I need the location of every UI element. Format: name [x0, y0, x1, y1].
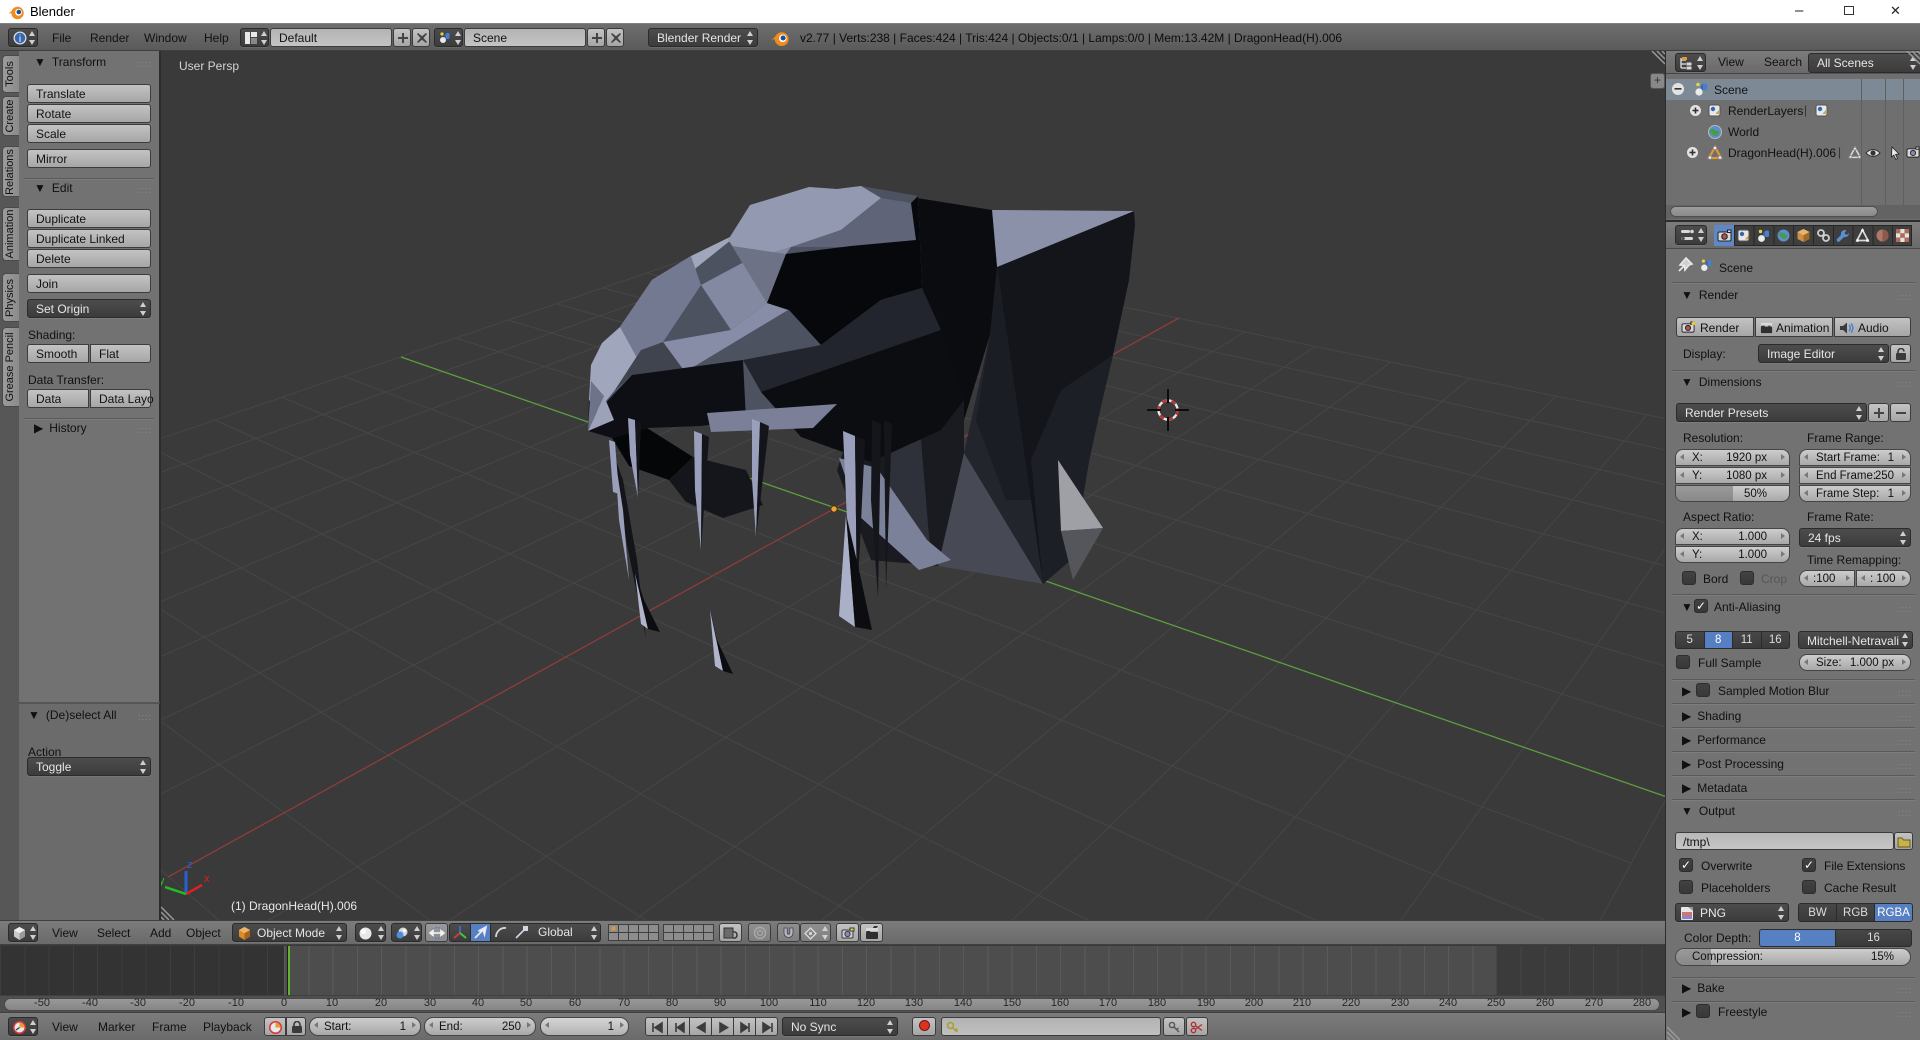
- svg-text:User Persp: User Persp: [179, 59, 239, 73]
- svg-text:i: i: [19, 34, 21, 45]
- svg-text:x: x: [204, 873, 210, 885]
- svg-text:(1) DragonHead(H).006: (1) DragonHead(H).006: [231, 899, 357, 913]
- svg-text:z: z: [187, 859, 193, 871]
- svg-text:y: y: [161, 875, 165, 887]
